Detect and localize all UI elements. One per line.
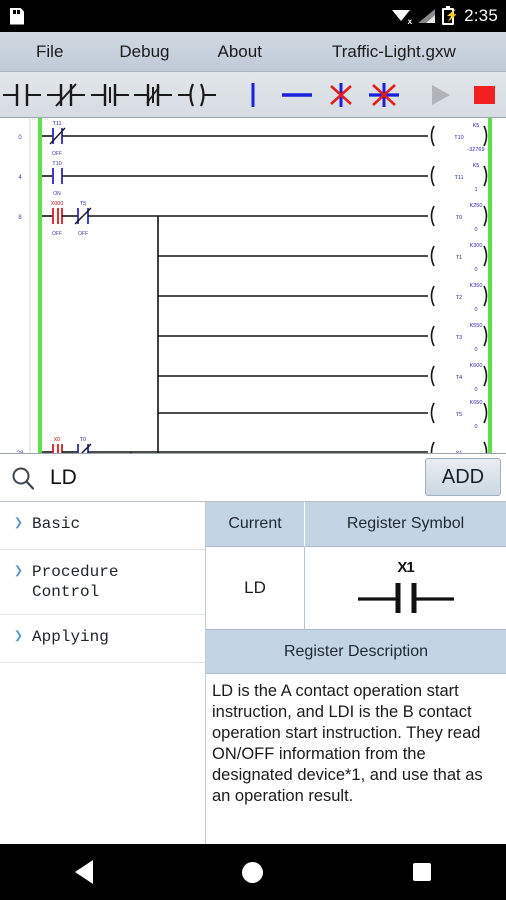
run-button[interactable] bbox=[418, 73, 462, 117]
tree-item-basic[interactable]: ❯ Basic bbox=[0, 502, 205, 550]
tree-item-procedure-control[interactable]: ❯ Procedure Control bbox=[0, 550, 205, 615]
menu-item-file[interactable]: File bbox=[30, 42, 69, 62]
svg-text:T3: T3 bbox=[456, 335, 462, 341]
vertical-line-button[interactable] bbox=[231, 73, 275, 117]
ladder-contact-no-icon bbox=[357, 582, 454, 613]
chevron-right-icon: ❯ bbox=[14, 563, 24, 580]
delete-vertical-button[interactable] bbox=[319, 73, 363, 117]
svg-text:T11: T11 bbox=[454, 175, 463, 181]
detail-table-row: LD X1 bbox=[206, 547, 506, 630]
svg-text:1: 1 bbox=[474, 187, 477, 193]
svg-text:0: 0 bbox=[474, 307, 477, 313]
svg-text:K300: K300 bbox=[470, 243, 483, 249]
android-nav-bar bbox=[0, 844, 506, 900]
svg-text:K350: K350 bbox=[470, 283, 483, 289]
tree-item-label: Procedure Control bbox=[32, 563, 119, 601]
register-description-header: Register Description bbox=[206, 630, 506, 674]
back-icon[interactable] bbox=[74, 860, 93, 884]
register-description-text: LD is the A contact operation start inst… bbox=[206, 674, 506, 844]
svg-text:T10: T10 bbox=[52, 161, 61, 167]
editor-toolbar bbox=[0, 72, 506, 118]
detail-table-header: Current Register Symbol bbox=[206, 502, 506, 547]
recent-apps-icon[interactable] bbox=[413, 863, 432, 881]
svg-text:K650: K650 bbox=[470, 400, 483, 406]
current-instruction-value: LD bbox=[206, 547, 305, 629]
ladder-svg: 0 T11 OFF T10 K5 -32769 4 T10 ON T11 K5 … bbox=[0, 118, 506, 454]
add-button[interactable]: ADD bbox=[425, 458, 501, 496]
search-row: ADD bbox=[0, 454, 506, 502]
svg-text:T11: T11 bbox=[52, 121, 61, 127]
svg-text:0: 0 bbox=[474, 347, 477, 353]
chevron-right-icon: ❯ bbox=[14, 628, 24, 645]
status-bar-icons: x ⚡ 2:35 bbox=[392, 5, 498, 26]
document-title: Traffic-Light.gxw bbox=[331, 41, 456, 61]
left-power-rail bbox=[38, 118, 42, 453]
svg-text:0: 0 bbox=[474, 267, 477, 273]
menu-item-about[interactable]: About bbox=[212, 42, 268, 62]
tree-item-applying[interactable]: ❯ Applying bbox=[0, 615, 205, 663]
column-header-current: Current bbox=[206, 502, 305, 547]
horizontal-line-button[interactable] bbox=[275, 73, 319, 117]
svg-text:T5: T5 bbox=[80, 201, 86, 207]
svg-text:X0: X0 bbox=[54, 437, 61, 443]
home-icon[interactable] bbox=[242, 861, 264, 883]
svg-text:X000: X000 bbox=[51, 201, 64, 207]
svg-text:T0: T0 bbox=[80, 437, 86, 443]
svg-text:0: 0 bbox=[474, 387, 477, 393]
svg-text:Y1: Y1 bbox=[456, 451, 463, 454]
svg-text:K600: K600 bbox=[470, 363, 483, 369]
sd-card-icon bbox=[10, 8, 24, 25]
svg-text:T2: T2 bbox=[456, 295, 462, 301]
right-power-rail bbox=[488, 118, 492, 453]
menu-item-debug[interactable]: Debug bbox=[113, 42, 175, 62]
contact-rising-button[interactable] bbox=[88, 73, 132, 117]
tree-item-label: Basic bbox=[32, 515, 81, 533]
wifi-off-icon: x bbox=[392, 9, 412, 25]
delete-horizontal-button[interactable] bbox=[363, 73, 407, 117]
battery-charging-icon: ⚡ bbox=[442, 5, 459, 25]
column-header-register-symbol: Register Symbol bbox=[305, 502, 506, 547]
svg-text:-32769: -32769 bbox=[467, 147, 484, 153]
app-root: x ⚡ 2:35 File Debug About Traffic-Light.… bbox=[0, 0, 506, 900]
svg-text:K550: K550 bbox=[470, 323, 483, 329]
register-symbol-cell: X1 bbox=[305, 547, 506, 629]
tree-item-label: Applying bbox=[32, 628, 109, 646]
svg-text:K250: K250 bbox=[470, 203, 483, 209]
svg-text:OFF: OFF bbox=[78, 231, 88, 237]
stop-button[interactable] bbox=[462, 73, 506, 117]
svg-text:0: 0 bbox=[474, 227, 477, 233]
register-symbol-device-label: X1 bbox=[397, 558, 414, 576]
search-box[interactable] bbox=[0, 454, 423, 501]
svg-text:OFF: OFF bbox=[52, 231, 62, 237]
svg-text:T10: T10 bbox=[454, 135, 463, 141]
cellular-signal-icon bbox=[418, 9, 436, 23]
search-icon bbox=[12, 467, 35, 490]
contact-nc-button[interactable] bbox=[44, 73, 88, 117]
svg-text:0: 0 bbox=[474, 424, 477, 430]
svg-text:K5: K5 bbox=[473, 123, 480, 129]
search-input[interactable] bbox=[50, 465, 423, 490]
chevron-right-icon: ❯ bbox=[14, 515, 24, 532]
svg-text:28: 28 bbox=[17, 451, 24, 454]
svg-text:T1: T1 bbox=[456, 255, 462, 261]
contact-falling-button[interactable] bbox=[131, 73, 175, 117]
instruction-category-tree: ❯ Basic ❯ Procedure Control ❯ Applying bbox=[0, 502, 206, 844]
instruction-detail-pane: Current Register Symbol LD X1 Register D… bbox=[206, 502, 506, 844]
status-bar-clock: 2:35 bbox=[464, 6, 498, 25]
svg-text:K5: K5 bbox=[473, 163, 480, 169]
menu-bar: File Debug About Traffic-Light.gxw bbox=[0, 32, 506, 72]
coil-button[interactable] bbox=[175, 73, 219, 117]
svg-text:OFF: OFF bbox=[52, 151, 62, 157]
svg-text:T5: T5 bbox=[456, 412, 462, 418]
android-status-bar: x ⚡ 2:35 bbox=[0, 0, 506, 32]
lower-panel: ❯ Basic ❯ Procedure Control ❯ Applying C… bbox=[0, 502, 506, 844]
contact-no-button[interactable] bbox=[0, 73, 44, 117]
svg-text:T4: T4 bbox=[456, 375, 462, 381]
svg-text:T0: T0 bbox=[456, 215, 462, 221]
svg-text:ON: ON bbox=[53, 191, 61, 197]
ladder-diagram-canvas[interactable]: 0 T11 OFF T10 K5 -32769 4 T10 ON T11 K5 … bbox=[0, 118, 506, 454]
